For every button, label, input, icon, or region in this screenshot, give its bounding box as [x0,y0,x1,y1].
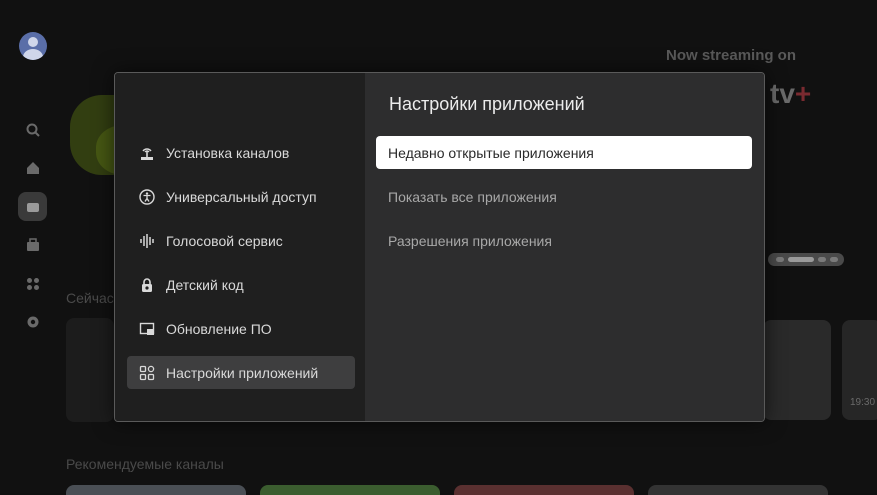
option-app-permissions[interactable]: Разрешения приложения [376,224,752,257]
content-thumbnail[interactable]: 19:30 [842,320,877,420]
now-streaming-label: Now streaming on [666,47,797,64]
voice-wave-icon [139,233,155,249]
option-recently-opened-apps[interactable]: Недавно открытые приложения [376,136,752,169]
menu-item-software-update[interactable]: Обновление ПО [127,312,355,345]
content-thumbnail[interactable] [763,320,831,420]
channel-card[interactable] [66,485,246,495]
channel-card[interactable] [454,485,634,495]
menu-item-parental-code[interactable]: Детский код [127,268,355,301]
menu-item-label: Голосовой сервис [166,232,283,249]
settings-dialog: Установка каналов Универсальный доступ Г… [114,72,765,422]
apps-grid-icon[interactable] [22,273,44,295]
menu-item-label: Настройки приложений [166,364,319,381]
antenna-icon [139,145,155,161]
store-icon[interactable] [22,234,44,256]
channel-card[interactable] [260,485,440,495]
home-icon[interactable] [22,157,44,179]
menu-item-label: Установка каналов [166,144,290,161]
software-update-icon [139,321,155,337]
live-tv-icon[interactable] [18,192,47,221]
thumbnail-time: 19:30 [850,397,876,408]
banner-pager [768,253,844,266]
streaming-brand-logo: tv+ [770,78,812,109]
menu-item-channel-setup[interactable]: Установка каналов [127,136,355,169]
menu-item-label: Универсальный доступ [166,188,317,205]
panel-title: Настройки приложений [389,94,585,114]
search-icon[interactable] [22,119,44,141]
settings-gear-icon[interactable] [22,311,44,333]
apps-icon [139,365,155,381]
menu-item-voice-service[interactable]: Голосовой сервис [127,224,355,257]
row-title-now: Сейчас [66,290,114,306]
row-title-recommended-channels: Рекомендуемые каналы [66,456,224,472]
app-settings-panel: Настройки приложений Недавно открытые пр… [365,73,764,421]
accessibility-icon [139,188,155,205]
menu-item-label: Обновление ПО [166,320,272,337]
lock-icon [139,277,155,293]
channel-card[interactable] [648,485,828,495]
option-show-all-apps[interactable]: Показать все приложения [376,180,752,213]
menu-item-app-settings[interactable]: Настройки приложений [127,356,355,389]
nav-rail [0,0,66,493]
content-thumbnail[interactable] [66,318,114,422]
profile-avatar[interactable] [19,32,47,60]
menu-item-accessibility[interactable]: Универсальный доступ [127,180,355,213]
settings-menu: Установка каналов Универсальный доступ Г… [115,73,365,421]
menu-item-label: Детский код [166,276,244,293]
